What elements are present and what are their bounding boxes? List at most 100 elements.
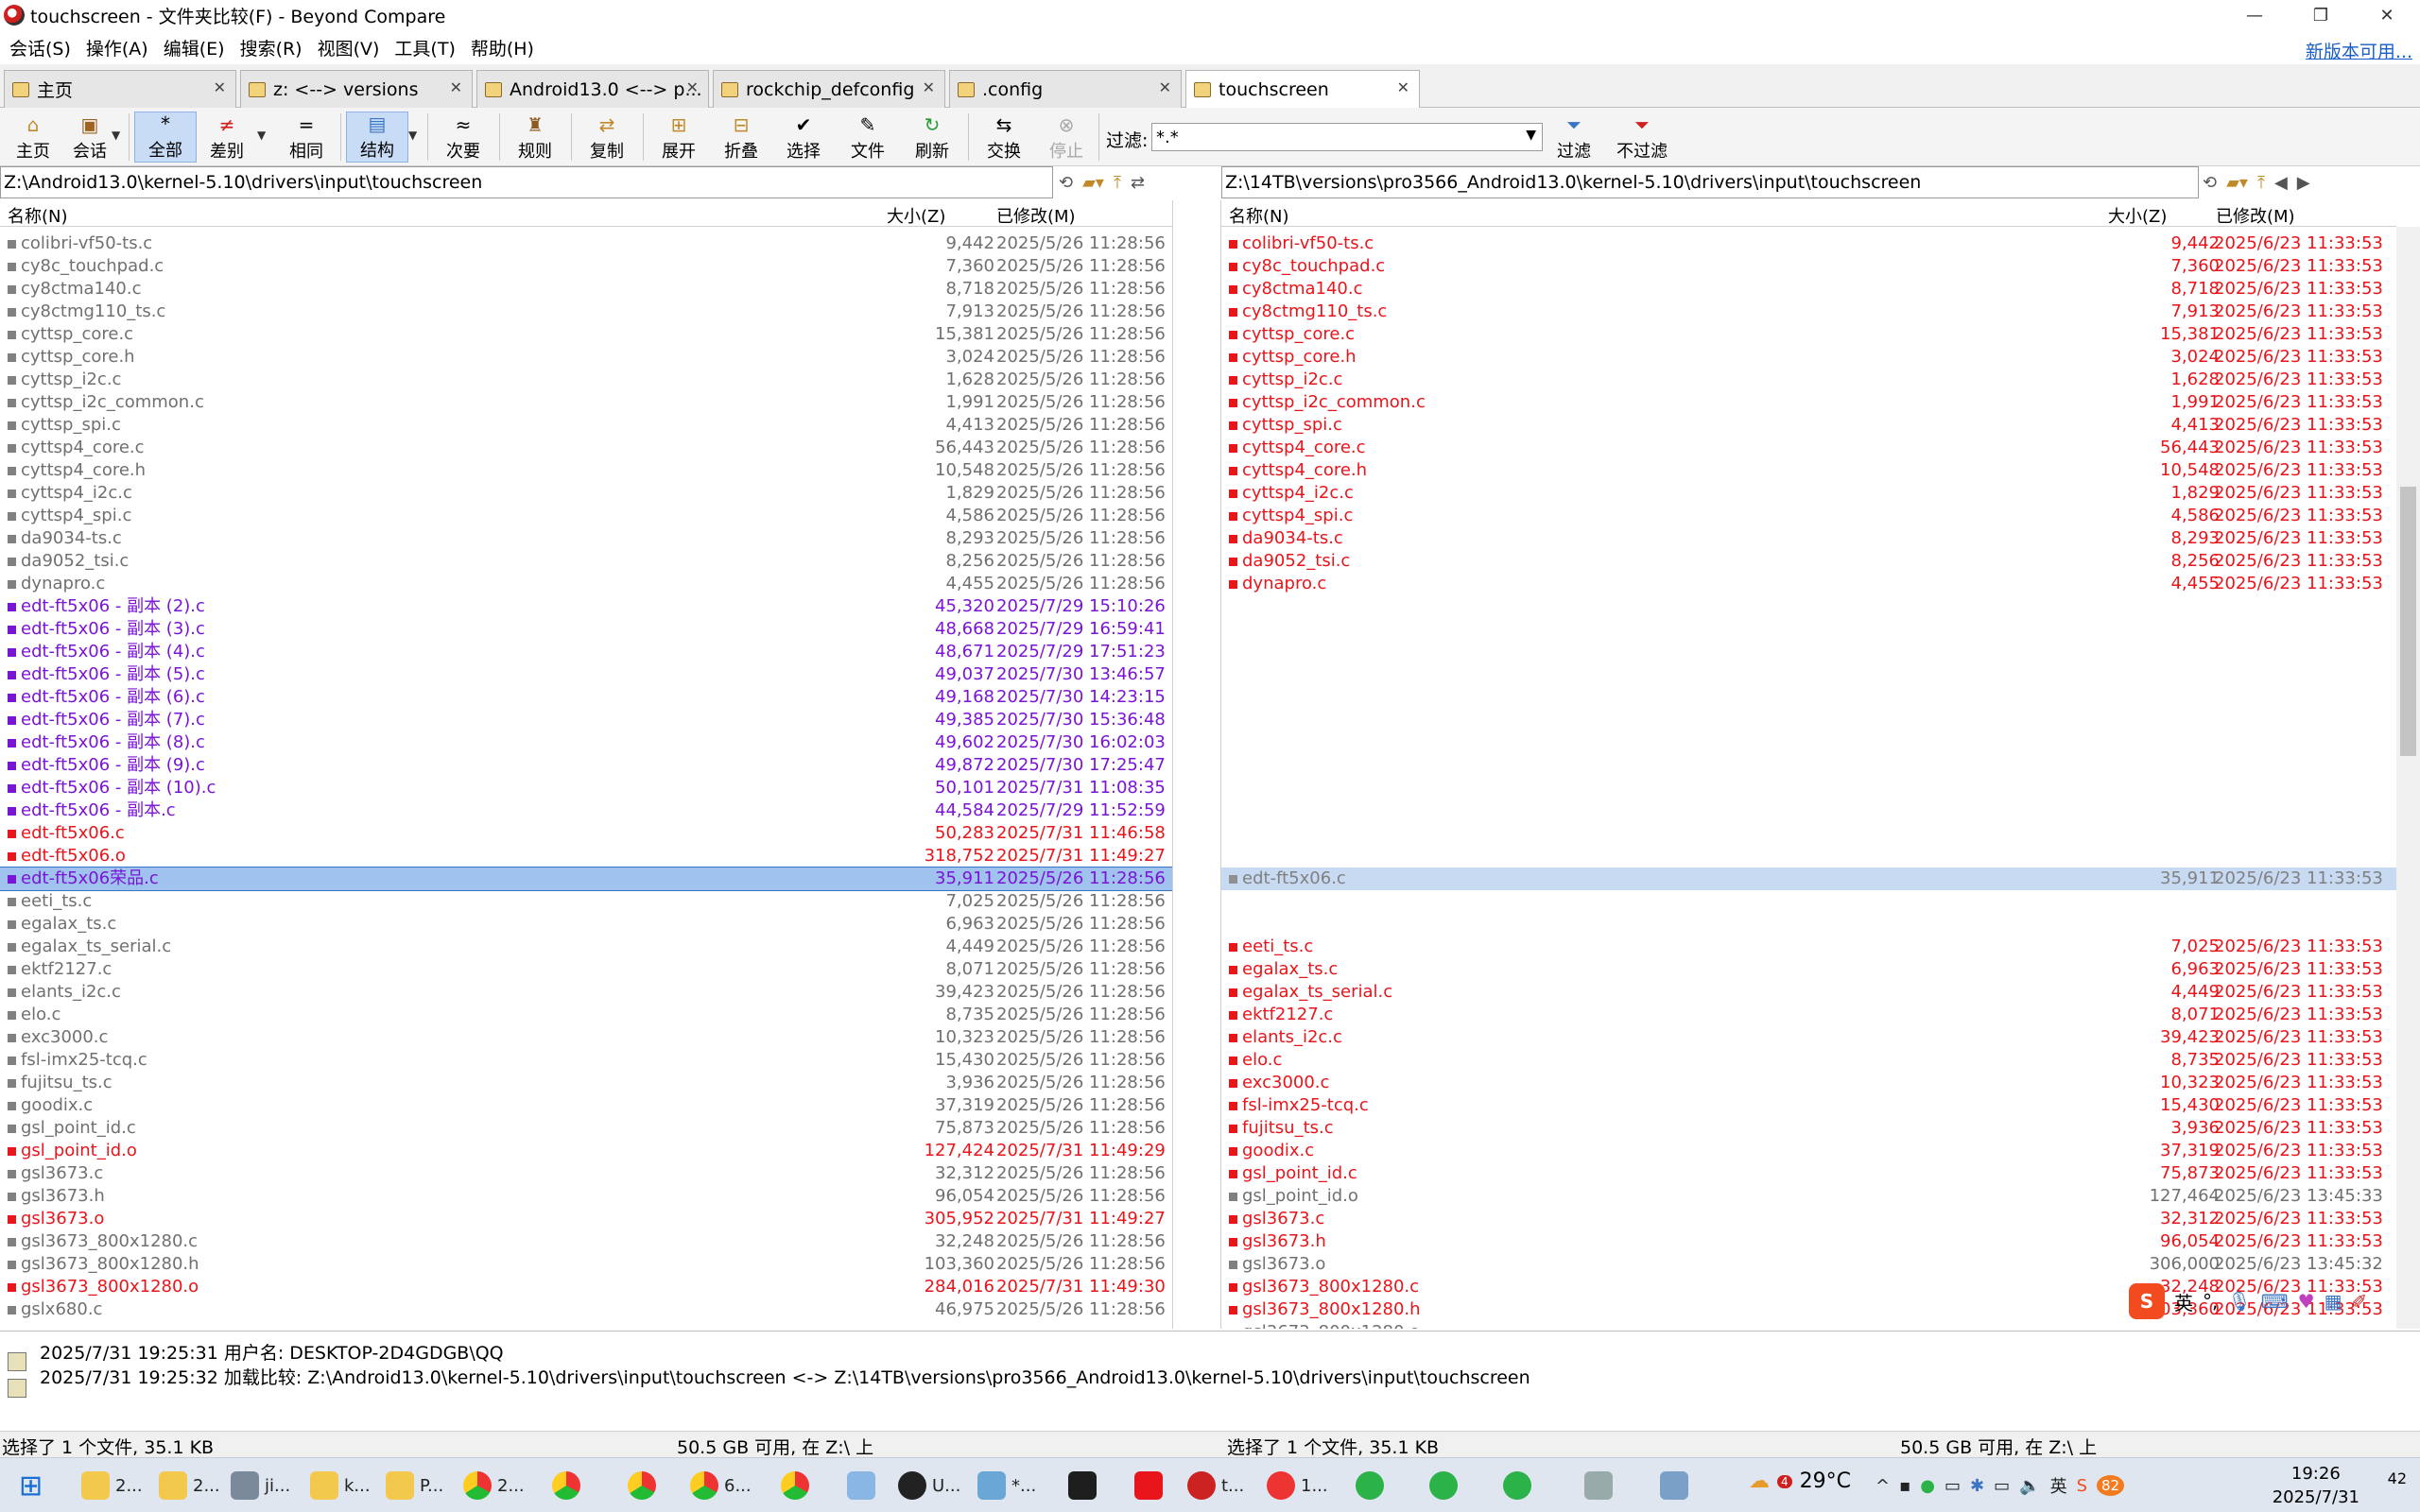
table-row[interactable]: fsl-imx25-tcq.c 15,430 2025/5/26 11:28:56	[0, 1049, 1172, 1072]
table-row[interactable]: edt-ft5x06.o 318,752 2025/7/31 11:49:27	[0, 845, 1172, 868]
table-row[interactable]	[1221, 845, 2396, 868]
table-row[interactable]: cyttsp4_core.h 10,548 2025/5/26 11:28:56	[0, 459, 1172, 482]
diff-dropdown-icon[interactable]: ▼	[257, 129, 266, 142]
show-same-button[interactable]: = 相同	[280, 112, 333, 163]
right-path-input[interactable]: Z:\14TB\versions\pro3566_Android13.0\ker…	[1221, 166, 2199, 198]
maximize-button[interactable]: ❐	[2288, 0, 2354, 30]
table-row[interactable]	[1221, 822, 2396, 845]
taskbar-notepad[interactable]: *...	[977, 1468, 1036, 1503]
menu-tools[interactable]: 工具(T)	[394, 35, 455, 60]
taskbar-wechat-2[interactable]	[1429, 1468, 1463, 1503]
menu-actions[interactable]: 操作(A)	[86, 35, 148, 60]
table-row[interactable]: ektf2127.c 8,071 2025/6/23 11:33:53	[1221, 1004, 2396, 1026]
start-button[interactable]: ⊞	[19, 1468, 43, 1503]
copy-button[interactable]: ⇄ 复制	[580, 112, 633, 163]
taskbar-wechat-1[interactable]	[1356, 1468, 1390, 1503]
table-row[interactable]	[1221, 686, 2396, 709]
refresh-button[interactable]: ↻ 刷新	[906, 112, 959, 163]
table-row[interactable]: edt-ft5x06 - 副本 (7).c 49,385 2025/7/30 15:…	[0, 709, 1172, 731]
tab-rockchip-defconfig[interactable]: rockchip_defconfig ✕	[713, 70, 945, 108]
weather-widget[interactable]: ☁ 4 29°C	[1749, 1469, 1851, 1493]
table-row[interactable]: gsl_point_id.o 127,464 2025/6/23 13:45:33	[1221, 1185, 2396, 1208]
table-row[interactable]: egalax_ts.c 6,963 2025/5/26 11:28:56	[0, 913, 1172, 936]
structure-dropdown-icon[interactable]: ▼	[408, 129, 417, 142]
table-row[interactable]: fujitsu_ts.c 3,936 2025/5/26 11:28:56	[0, 1072, 1172, 1094]
table-row[interactable]: cyttsp_spi.c 4,413 2025/5/26 11:28:56	[0, 414, 1172, 437]
table-row[interactable]	[1221, 754, 2396, 777]
table-row[interactable]: edt-ft5x06 - 副本 (8).c 49,602 2025/7/30 16:…	[0, 731, 1172, 754]
table-row[interactable]	[1221, 777, 2396, 799]
table-row[interactable]: cyttsp_spi.c 4,413 2025/6/23 11:33:53	[1221, 414, 2396, 437]
open-folder-icon[interactable]: ▰▾	[2226, 173, 2248, 193]
table-row[interactable]: egalax_ts_serial.c 4,449 2025/5/26 11:28:5…	[0, 936, 1172, 958]
battery-icon[interactable]: ▭	[1945, 1476, 1961, 1496]
table-row[interactable]: da9052_tsi.c 8,256 2025/6/23 11:33:53	[1221, 550, 2396, 573]
taskbar-explorer-1[interactable]: 2...	[81, 1468, 143, 1503]
up-folder-icon[interactable]: ⤒	[2257, 173, 2265, 193]
table-row[interactable]: edt-ft5x06 - 副本 (10).c 50,101 2025/7/31 11…	[0, 777, 1172, 799]
left-file-pane[interactable]: 名称(N) 大小(Z) 已修改(M) colibri-vf50-ts.c 9,44…	[0, 200, 1172, 1329]
taskbar-paint[interactable]	[847, 1468, 881, 1503]
tab-close-icon[interactable]: ✕	[686, 78, 699, 96]
table-row[interactable]: gslx680.c 46,975 2025/5/26 11:28:56	[0, 1298, 1172, 1321]
bluetooth-icon[interactable]: ✱	[1970, 1476, 1984, 1496]
taskbar-app-ji[interactable]: ji...	[231, 1468, 290, 1503]
tab-close-icon[interactable]: ✕	[1397, 78, 1409, 96]
table-row[interactable]: gsl_point_id.o 127,424 2025/7/31 11:49:29	[0, 1140, 1172, 1162]
taskbar-chrome-1[interactable]: 2...	[463, 1468, 525, 1503]
table-row[interactable]: cyttsp_core.h 3,024 2025/5/26 11:28:56	[0, 346, 1172, 369]
taskbar-beyond-compare[interactable]: t...	[1187, 1468, 1244, 1503]
table-row[interactable]: edt-ft5x06 - 副本 (2).c 45,320 2025/7/29 15:…	[0, 595, 1172, 618]
tray-icon[interactable]: ▪	[1899, 1476, 1910, 1496]
table-row[interactable]: edt-ft5x06.c 50,283 2025/7/31 11:46:58	[0, 822, 1172, 845]
home-button[interactable]: ⌂ 主页	[6, 112, 60, 163]
table-row[interactable]: cy8ctma140.c 8,718 2025/6/23 11:33:53	[1221, 278, 2396, 301]
table-row[interactable]: cyttsp4_spi.c 4,586 2025/5/26 11:28:56	[0, 505, 1172, 527]
table-row[interactable]: edt-ft5x06.c 35,911 2025/6/23 11:33:53	[1221, 868, 2396, 890]
table-row[interactable]: gsl3673_800x1280.o 284,016 2025/7/31 11:49…	[0, 1276, 1172, 1298]
taskbar-network-app[interactable]	[1660, 1468, 1694, 1503]
table-row[interactable]: cy8ctmg110_ts.c 7,913 2025/5/26 11:28:56	[0, 301, 1172, 323]
table-row[interactable]: cy8ctma140.c 8,718 2025/5/26 11:28:56	[0, 278, 1172, 301]
table-row[interactable]: cyttsp4_i2c.c 1,829 2025/5/26 11:28:56	[0, 482, 1172, 505]
new-version-link[interactable]: 新版本可用...	[2306, 38, 2412, 63]
punctuation-icon[interactable]: °,	[2203, 1290, 2218, 1313]
table-row[interactable]: edt-ft5x06 - 副本 (6).c 49,168 2025/7/30 14:…	[0, 686, 1172, 709]
table-row[interactable]: elants_i2c.c 39,423 2025/6/23 11:33:53	[1221, 1026, 2396, 1049]
modified-column-header[interactable]: 已修改(M)	[996, 203, 1076, 228]
table-row[interactable]: edt-ft5x06 - 副本 (4).c 48,671 2025/7/29 17:…	[0, 641, 1172, 663]
table-row[interactable]: elo.c 8,735 2025/5/26 11:28:56	[0, 1004, 1172, 1026]
table-row[interactable]: dynapro.c 4,455 2025/6/23 11:33:53	[1221, 573, 2396, 595]
wechat-tray-icon[interactable]: ●	[1920, 1476, 1935, 1496]
tab-close-icon[interactable]: ✕	[923, 78, 935, 96]
table-row[interactable]: eeti_ts.c 7,025 2025/5/26 11:28:56	[0, 890, 1172, 913]
table-row[interactable]	[1221, 663, 2396, 686]
microphone-icon[interactable]: 🎙	[2227, 1290, 2251, 1313]
right-file-pane[interactable]: 名称(N) 大小(Z) 已修改(M) colibri-vf50-ts.c 9,44…	[1221, 200, 2396, 1329]
table-row[interactable]: elants_i2c.c 39,423 2025/5/26 11:28:56	[0, 981, 1172, 1004]
table-row[interactable]: cyttsp4_core.c 56,443 2025/6/23 11:33:53	[1221, 437, 2396, 459]
table-row[interactable]: egalax_ts.c 6,963 2025/6/23 11:33:53	[1221, 958, 2396, 981]
table-row[interactable]: egalax_ts_serial.c 4,449 2025/6/23 11:33:5…	[1221, 981, 2396, 1004]
left-path-input[interactable]: Z:\Android13.0\kernel-5.10\drivers\input…	[0, 166, 1053, 198]
show-all-button[interactable]: * 全部	[134, 112, 197, 163]
table-row[interactable]: cyttsp_core.c 15,381 2025/5/26 11:28:56	[0, 323, 1172, 346]
table-row[interactable]: gsl_point_id.c 75,873 2025/6/23 11:33:53	[1221, 1162, 2396, 1185]
table-row[interactable]: edt-ft5x06 - 副本 (9).c 49,872 2025/7/30 17:…	[0, 754, 1172, 777]
tab-home[interactable]: 主页 ✕	[4, 70, 236, 108]
table-row[interactable]: goodix.c 37,319 2025/5/26 11:28:56	[0, 1094, 1172, 1117]
show-diff-button[interactable]: ≠ 差别	[200, 112, 253, 163]
session-dropdown-icon[interactable]: ▼	[112, 129, 120, 142]
taskbar-snipping[interactable]	[1584, 1468, 1618, 1503]
session-button[interactable]: ▣ 会话	[62, 112, 117, 163]
clock[interactable]: 19:26 2025/7/31	[2273, 1462, 2360, 1509]
tools-icon[interactable]: ✐	[2351, 1290, 2367, 1313]
tab-config[interactable]: .config ✕	[949, 70, 1182, 108]
filter-input[interactable]: *.* ▼	[1151, 123, 1543, 151]
select-button[interactable]: ✔ 选择	[777, 112, 830, 163]
table-row[interactable]: exc3000.c 10,323 2025/5/26 11:28:56	[0, 1026, 1172, 1049]
taskbar-chrome-2[interactable]	[552, 1468, 586, 1503]
table-row[interactable]: edt-ft5x06 - 副本 (3).c 48,668 2025/7/29 16:…	[0, 618, 1172, 641]
table-row[interactable]: cyttsp_i2c.c 1,628 2025/5/26 11:28:56	[0, 369, 1172, 391]
table-row[interactable]: da9034-ts.c 8,293 2025/6/23 11:33:53	[1221, 527, 2396, 550]
